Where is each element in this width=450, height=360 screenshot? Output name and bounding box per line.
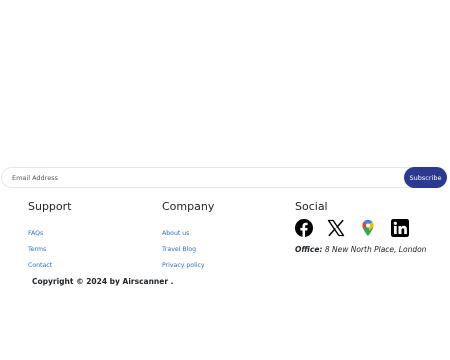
office-label: Office: (295, 245, 323, 254)
facebook-icon[interactable] (295, 219, 313, 237)
office-address-text: 8 New North Place, London (324, 245, 427, 254)
privacy-policy-link[interactable]: Privacy policy (162, 262, 205, 269)
x-icon[interactable] (327, 219, 345, 237)
subscribe-button[interactable]: Subscribe (404, 167, 447, 188)
company-column: Company About us Travel Blog Privacy pol… (162, 200, 215, 269)
contact-link[interactable]: Contact (28, 262, 52, 269)
copyright-text: Copyright © 2024 by Airscanner . (32, 277, 174, 286)
email-input[interactable] (10, 168, 404, 187)
google-maps-icon[interactable] (359, 219, 377, 237)
social-icons (295, 219, 415, 239)
support-heading: Support (28, 200, 72, 213)
linkedin-icon[interactable] (391, 219, 409, 237)
support-column: Support FAQs Terms Contact (28, 200, 72, 269)
social-column: Social Office: 8 New North Place, London (295, 200, 426, 254)
newsletter-form: Subscribe (1, 167, 447, 188)
social-heading: Social (295, 200, 328, 213)
company-heading: Company (162, 200, 215, 213)
office-address: Office: 8 New North Place, London (295, 245, 426, 254)
